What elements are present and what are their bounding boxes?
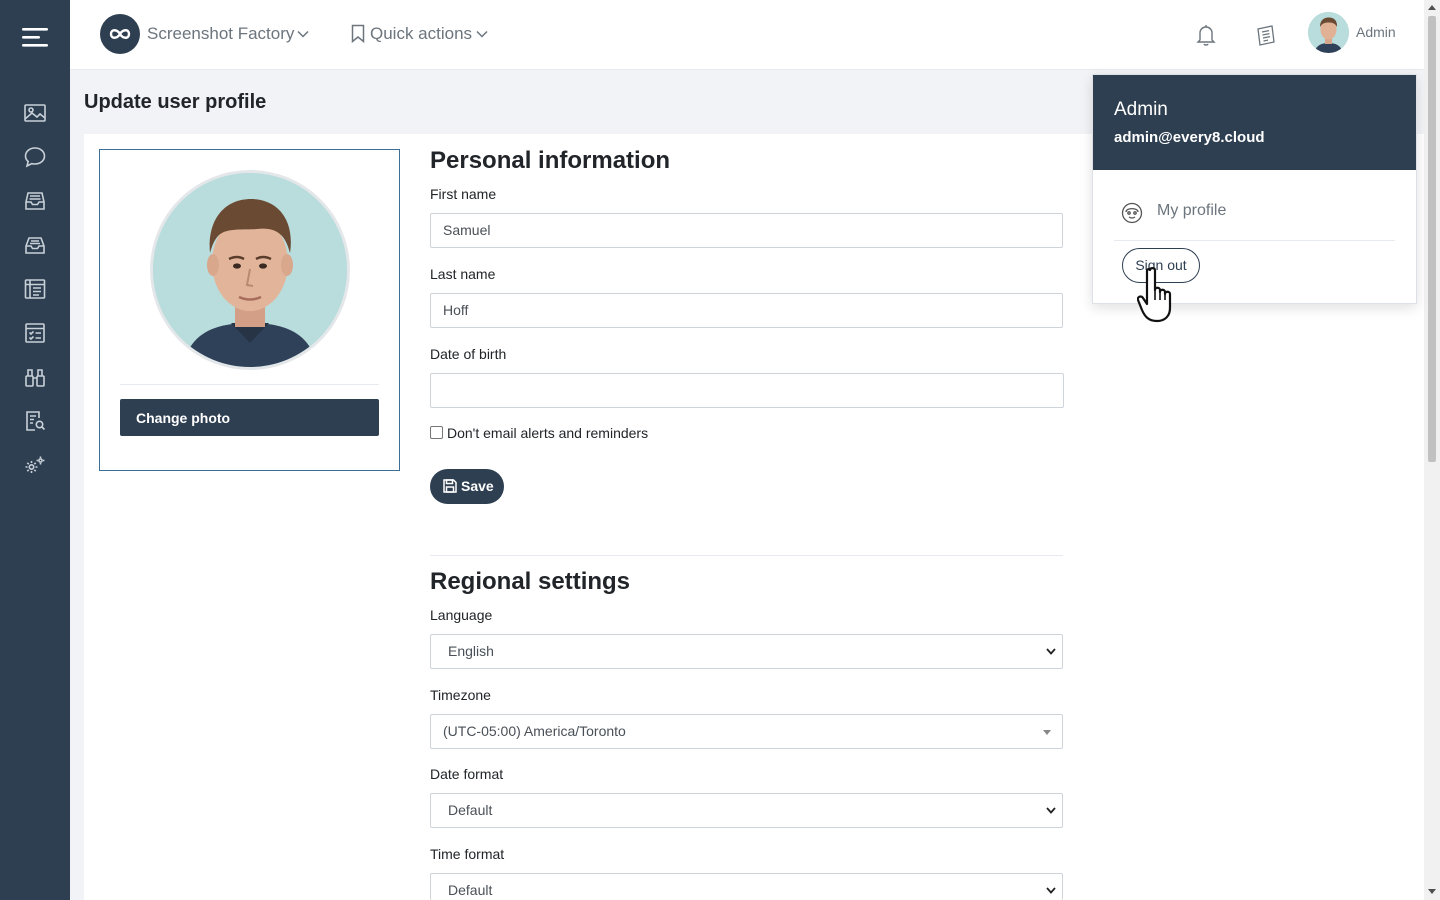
inbox-open-icon[interactable] [23,233,47,257]
brand-logo[interactable] [100,14,140,54]
page-scrollbar[interactable] [1424,0,1440,900]
bell-icon[interactable] [1195,23,1217,47]
first-name-label: First name [430,186,497,202]
divider [120,384,379,385]
chevron-down-icon [1046,887,1056,894]
change-photo-button[interactable]: Change photo [120,399,379,436]
time-format-label: Time format [430,846,505,862]
my-profile-link[interactable]: My profile [1157,202,1226,220]
chevron-down-icon[interactable] [476,30,488,38]
user-face-icon[interactable] [1121,202,1143,224]
language-label: Language [430,607,493,623]
topbar: Screenshot Factory Quick actions Admin [70,0,1424,70]
report-search-icon[interactable] [23,409,47,433]
chevron-down-icon[interactable] [297,30,309,38]
personal-information-heading: Personal information [430,147,671,174]
date-format-label: Date format [430,766,504,782]
image-icon[interactable] [23,101,47,125]
last-name-label: Last name [430,266,496,282]
scroll-thumb[interactable] [1428,16,1436,462]
profile-photo-panel: Change photo [99,149,400,471]
timezone-label: Timezone [430,687,491,703]
divider [1114,240,1395,241]
chat-icon[interactable] [23,145,47,169]
quick-actions-menu[interactable]: Quick actions [370,24,472,44]
user-menu-name: Admin [1114,99,1168,120]
scroll-down-arrow-icon[interactable] [1428,889,1436,894]
caret-down-icon [1043,730,1051,735]
timezone-select[interactable]: (UTC-05:00) America/Toronto [430,714,1063,749]
infinity-logo-icon [109,29,131,39]
avatar[interactable] [1308,12,1349,53]
save-label: Save [461,478,494,494]
inbox-icon[interactable] [23,189,47,213]
profile-photo [150,170,350,370]
hand-pointer-cursor-icon [1137,267,1172,323]
date-of-birth-label: Date of birth [430,346,507,362]
no-email-label[interactable]: Don't email alerts and reminders [447,425,648,441]
sidebar [0,0,70,900]
timezone-value: (UTC-05:00) America/Toronto [443,723,626,739]
date-format-select[interactable]: Default [430,793,1063,828]
user-photo [1308,12,1349,53]
bookmark-icon[interactable] [351,24,365,43]
no-email-checkbox[interactable] [430,426,443,439]
portrait-illustration [153,173,347,367]
section-divider [430,555,1063,556]
chevron-down-icon [1046,807,1056,814]
user-name[interactable]: Admin [1356,24,1396,40]
brand-name[interactable]: Screenshot Factory [147,24,294,44]
date-format-value: Default [448,802,493,818]
page-title: Update user profile [84,91,267,113]
gears-icon[interactable] [23,453,47,477]
chevron-down-icon [1046,648,1056,655]
date-of-birth-input[interactable] [430,373,1064,408]
scroll-up-arrow-icon[interactable] [1428,5,1436,10]
checklist-icon[interactable] [23,321,47,345]
hamburger-menu-icon[interactable] [22,27,48,47]
language-value: English [448,643,494,659]
first-name-input[interactable]: Samuel [430,213,1063,248]
user-menu-header: Admin admin@every8.cloud [1093,75,1416,170]
list-icon[interactable] [23,277,47,301]
time-format-select[interactable]: Default [430,873,1063,900]
last-name-input[interactable]: Hoff [430,293,1063,328]
save-button[interactable]: Save [430,469,504,504]
floppy-disk-icon [443,479,457,493]
language-select[interactable]: English [430,634,1063,669]
user-menu-email: admin@every8.cloud [1114,129,1265,146]
binoculars-icon[interactable] [23,365,47,389]
time-format-value: Default [448,882,493,898]
regional-settings-heading: Regional settings [430,568,631,595]
task-board-icon[interactable] [1254,23,1278,47]
